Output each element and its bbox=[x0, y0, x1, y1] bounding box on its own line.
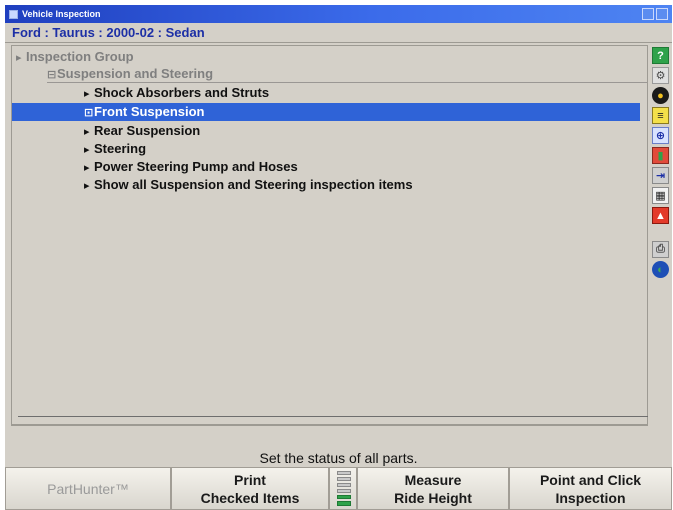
tree-item-steering[interactable]: ▸ Steering bbox=[84, 140, 146, 158]
bullet-icon: ▸ bbox=[84, 144, 90, 156]
point-label: Point and Click Inspection bbox=[540, 471, 641, 507]
globe-icon[interactable]: ◐ bbox=[652, 261, 669, 278]
bullet-icon: ▸ bbox=[84, 180, 90, 192]
tree-item-rear-suspension[interactable]: ▸ Rear Suspension bbox=[84, 122, 200, 140]
tire-icon[interactable]: ● bbox=[652, 87, 669, 104]
softkey-bar: PartHunter™ Print Checked Items Measure … bbox=[5, 467, 672, 510]
panel-divider bbox=[18, 416, 648, 417]
level-gauge bbox=[329, 467, 357, 510]
warning-icon[interactable]: ▲ bbox=[652, 207, 669, 224]
tree-item-label: Rear Suspension bbox=[94, 123, 201, 138]
bullet-icon: ▸ bbox=[84, 126, 90, 138]
tree-group-suspension-steering[interactable]: ⊟Suspension and Steering bbox=[47, 65, 213, 83]
vehicle-info: Ford : Taurus : 2000-02 : Sedan bbox=[5, 23, 672, 43]
gauge-icon bbox=[335, 471, 353, 507]
app-icon bbox=[9, 9, 18, 19]
right-toolbar: ? ⚙ ● ≡ ⊕ ▮ ⇥ ▦ ▲ ⎙ ◐ bbox=[649, 45, 672, 305]
measure-label-line2: Ride Height bbox=[394, 489, 472, 506]
measure-label: Measure Ride Height bbox=[394, 471, 472, 507]
print-label: Print Checked Items bbox=[201, 471, 300, 507]
inspection-tree: ▸ Inspection Group ⊟Suspension and Steeri… bbox=[11, 45, 648, 425]
specs-icon[interactable]: ≡ bbox=[652, 107, 669, 124]
alignment-icon[interactable]: ⊕ bbox=[652, 127, 669, 144]
tree-item-label: Front Suspension bbox=[94, 104, 205, 119]
tree-group-label: Suspension and Steering bbox=[57, 66, 214, 81]
bullet-icon: ▸ bbox=[84, 162, 90, 174]
bullet-icon: ▸ bbox=[16, 52, 22, 64]
vehicle-inspection-window: Vehicle Inspection Ford : Taurus : 2000-… bbox=[5, 5, 672, 510]
tree-item-power-steering[interactable]: ▸ Power Steering Pump and Hoses bbox=[84, 158, 298, 176]
tree-item-front-suspension[interactable]: ⊡Front Suspension bbox=[12, 103, 640, 121]
bullet-icon: ▸ bbox=[84, 88, 90, 100]
group-divider bbox=[47, 82, 647, 83]
help-icon[interactable]: ? bbox=[652, 47, 669, 64]
parthunter-label: PartHunter™ bbox=[47, 480, 129, 497]
measure-label-line1: Measure bbox=[404, 471, 462, 488]
tree-item-show-all[interactable]: ▸ Show all Suspension and Steering inspec… bbox=[84, 176, 413, 194]
tree-root-inspection-group[interactable]: ▸ Inspection Group bbox=[16, 48, 134, 66]
close-button[interactable] bbox=[656, 8, 668, 20]
minimize-button[interactable] bbox=[642, 8, 654, 20]
print-checked-items-button[interactable]: Print Checked Items bbox=[171, 467, 329, 510]
tree-item-label: Shock Absorbers and Struts bbox=[94, 85, 270, 100]
tree-root-label: Inspection Group bbox=[26, 49, 134, 64]
parthunter-button[interactable]: PartHunter™ bbox=[5, 467, 171, 510]
print-label-line2: Checked Items bbox=[200, 489, 300, 506]
collapse-icon: ⊡ bbox=[84, 107, 94, 119]
point-label-line2: Inspection bbox=[555, 489, 626, 506]
tree-item-label: Power Steering Pump and Hoses bbox=[94, 159, 298, 174]
ruler-icon[interactable]: ⇥ bbox=[652, 167, 669, 184]
status-frame bbox=[11, 425, 648, 444]
status-message: Set the status of all parts. bbox=[259, 450, 418, 466]
tree-item-label: Steering bbox=[94, 141, 147, 156]
inspection-tool-icon[interactable]: ⚙ bbox=[652, 67, 669, 84]
printer-icon[interactable]: ⎙ bbox=[652, 241, 669, 258]
tree-item-shock-absorbers[interactable]: ▸ Shock Absorbers and Struts bbox=[84, 84, 269, 102]
print-label-line1: Print bbox=[234, 471, 266, 488]
flags-icon[interactable]: ▮ bbox=[652, 147, 669, 164]
measure-ride-height-button[interactable]: Measure Ride Height bbox=[357, 467, 509, 510]
title-bar: Vehicle Inspection bbox=[5, 5, 672, 23]
window-title: Vehicle Inspection bbox=[22, 9, 101, 19]
point-and-click-inspection-button[interactable]: Point and Click Inspection bbox=[509, 467, 672, 510]
tree-item-label: Show all Suspension and Steering inspect… bbox=[94, 177, 413, 192]
point-label-line1: Point and Click bbox=[539, 471, 642, 488]
window-controls bbox=[642, 8, 668, 20]
calendar-icon[interactable]: ▦ bbox=[652, 187, 669, 204]
